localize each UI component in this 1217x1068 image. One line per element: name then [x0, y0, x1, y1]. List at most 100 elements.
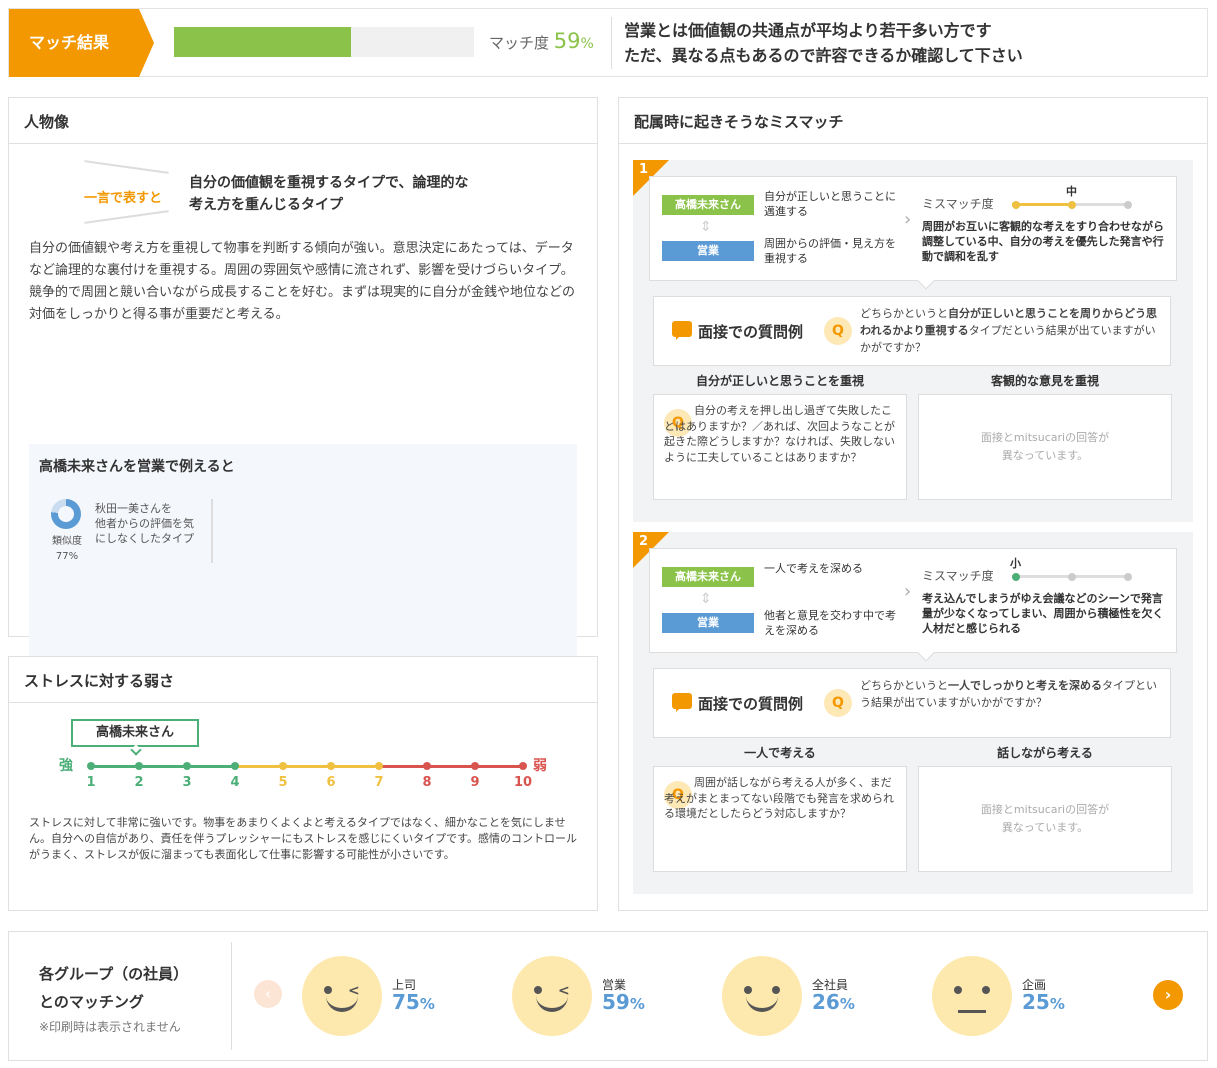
answer-right-heading: 話しながら考える	[997, 746, 1093, 760]
answer-left-text: 自分の考えを押し出し過ぎて失敗したことはありますか？／あれば、次回ようなことが起…	[664, 404, 895, 464]
mismatch-card: 高橋未来さん ⇕ 営業 自分が正しいと思うことに邁進する 周囲からの評価・見え方…	[649, 176, 1177, 290]
level-dot	[1124, 573, 1132, 581]
mismatch-description: 周囲がお互いに客観的な考えをすり合わせながら調整している中、自分の考えを優先した…	[922, 220, 1164, 263]
chat-bubble-icon	[672, 693, 692, 712]
stress-scale-segment	[427, 765, 475, 768]
level-dot	[1124, 201, 1132, 209]
example-box: 高橋未来さんを営業で例えると 類似度 77% 秋田一美さんを 他者からの評価を気 にし…	[29, 444, 577, 662]
group-match-value: 59%	[602, 990, 645, 1014]
stress-scale-segment	[331, 765, 379, 768]
interview-question-text: どちらかというと一人でしっかりと考えを深めるタイプという結果が出ていますがいかが…	[860, 679, 1157, 709]
answer-right-box: 面接とmitsucariの回答が 異なっています。	[918, 766, 1172, 872]
group-divider	[231, 942, 232, 1050]
level-dot	[1068, 573, 1076, 581]
stress-scale-dot	[279, 762, 287, 770]
neutral-face-icon	[932, 956, 1012, 1036]
answer-left-heading: 自分が正しいと思うことを重視	[695, 374, 864, 388]
one-word-line: 自分の価値観を重視するタイプで、論理的な	[189, 175, 469, 191]
stress-scale-dot	[135, 762, 143, 770]
answer-mismatch-note: 面接とmitsucariの回答が 異なっています。	[980, 803, 1110, 834]
interview-question-box: 面接での質問例 Q どちらかというと一人でしっかりと考えを深めるタイプという結果…	[653, 668, 1171, 738]
group-match-value: 25%	[1022, 990, 1065, 1014]
group-trait: 周囲からの評価・見え方を重視する	[764, 237, 896, 265]
match-label: マッチ度	[489, 34, 550, 52]
stress-scale-segment	[235, 765, 283, 768]
stress-scale-segment	[475, 765, 523, 768]
match-progress-fill	[174, 27, 351, 57]
stress-scale-number: 7	[374, 775, 384, 790]
answer-right-heading: 客観的な意見を重視	[990, 374, 1099, 388]
question-icon: Q	[824, 689, 852, 717]
mismatch-level-label: ミスマッチ度	[922, 197, 994, 211]
match-score: マッチ度 59%	[489, 29, 594, 53]
match-message-line2: ただ、異なる点もあるので許容できるか確認して下さい	[624, 46, 1023, 65]
stress-weak-label: 弱	[533, 758, 547, 774]
answer-left-box: Q 自分の考えを押し出し過ぎて失敗したことはありますか？／あれば、次回ようなこと…	[653, 394, 907, 500]
similar-person-text: 秋田一美さんを 他者からの評価を気 にしなくしたタイプ	[95, 502, 194, 545]
mismatch-panel: 配属時に起きそうなミスマッチ 1 高橋未来さん ⇕ 営業 自分が正しいと思うこと…	[618, 97, 1208, 911]
mismatch-description: 考え込んでしまうがゆえ会議などのシーンで発言量が少なくなってしまい、周囲から積極…	[922, 592, 1164, 635]
mismatch-card: 高橋未来さん ⇕ 営業 一人で考えを深める 他者と意見を交わす中で考えを深める …	[649, 548, 1177, 662]
group-tag: 営業	[662, 613, 754, 633]
next-arrow-button[interactable]: ›	[1153, 980, 1183, 1010]
stress-scale-dot	[519, 762, 527, 770]
person-tag: 高橋未来さん	[662, 567, 754, 587]
stress-person-label: 高橋未来さん	[71, 719, 199, 747]
stress-scale-dot	[183, 762, 191, 770]
decor-line	[84, 160, 169, 174]
person-trait: 一人で考えを深める	[764, 562, 863, 575]
mismatch-level-label: ミスマッチ度	[922, 569, 994, 583]
smile-face-icon	[722, 956, 802, 1036]
match-progress-bar	[174, 27, 474, 57]
answer-left-text: 周囲が話しながら考える人が多く、まだ考えがまとまってない段階でも発言を求められる…	[664, 776, 895, 820]
answer-right-box: 面接とmitsucariの回答が 異なっています。	[918, 394, 1172, 500]
group-matching-title: 各グループ（の社員） とのマッチング	[39, 965, 189, 1011]
persona-body: 一言で表すと 自分の価値観を重視するタイプで、論理的な 考え方を重んじるタイプ …	[9, 144, 597, 662]
example-divider	[211, 499, 213, 563]
stress-scale-dot	[471, 762, 479, 770]
prev-arrow-button[interactable]: ‹	[254, 980, 282, 1008]
group-trait: 他者と意見を交わす中で考えを深める	[764, 609, 896, 637]
interview-question-text: どちらかというと自分が正しいと思うことを周りからどう思われるかより重視するタイプ…	[860, 307, 1157, 354]
level-fill	[1012, 203, 1068, 206]
mismatch-item-2: 2 高橋未来さん ⇕ 営業 一人で考えを深める 他者と意見を交わす中で考えを深め…	[633, 532, 1193, 894]
level-text: 小	[1010, 557, 1021, 570]
decor-line	[84, 210, 169, 224]
stress-title: ストレスに対する弱さ	[9, 657, 597, 703]
level-dot	[1068, 201, 1076, 209]
card-tail	[917, 272, 935, 290]
stress-scale-dot	[87, 762, 95, 770]
group-match-value: 26%	[812, 990, 855, 1014]
persona-description: 自分の価値観や考え方を重視して物事を判断する傾向が強い。意思決定にあたっては、デ…	[29, 241, 576, 322]
stress-scale-number: 8	[422, 775, 432, 790]
interview-label: 面接での質問例	[698, 323, 804, 341]
chevron-right-icon: ›	[904, 581, 912, 602]
one-word-label: 一言で表すと	[84, 191, 163, 206]
stress-scale-number: 6	[326, 775, 336, 790]
stress-scale-dot	[423, 762, 431, 770]
print-note: ※印刷時は表示されません	[39, 1020, 181, 1034]
stress-scale-dot	[231, 762, 239, 770]
answer-mismatch-note: 面接とmitsucariの回答が 異なっています。	[980, 431, 1110, 462]
wink-face-icon: <	[302, 956, 382, 1036]
level-dot	[1012, 201, 1020, 209]
card-tail	[917, 644, 935, 662]
stress-scale-number: 3	[182, 775, 192, 790]
group-match-value: 75%	[392, 990, 435, 1014]
wink-face-icon: <	[512, 956, 592, 1036]
stress-scale-number: 9	[470, 775, 480, 790]
stress-scale-segment	[91, 765, 139, 768]
stress-scale-dot	[327, 762, 335, 770]
interview-label: 面接での質問例	[698, 695, 804, 713]
stress-scale-number: 5	[278, 775, 288, 790]
match-result-header: マッチ結果 マッチ度 59% 営業とは価値観の共通点が平均より若干多い方です た…	[8, 8, 1208, 77]
similarity-label: 類似度 77%	[52, 536, 82, 562]
stress-strong-label: 強	[59, 758, 73, 774]
similarity-donut-icon	[51, 499, 81, 529]
answer-left-box: Q 周囲が話しながら考える人が多く、まだ考えがまとまってない段階でも発言を求めら…	[653, 766, 907, 872]
match-result-badge: マッチ結果	[9, 9, 154, 77]
stress-scale-number: 2	[134, 775, 144, 790]
stress-scale-number: 1	[86, 775, 96, 790]
persona-title: 人物像	[9, 98, 597, 144]
persona-panel: 人物像 一言で表すと 自分の価値観を重視するタイプで、論理的な 考え方を重んじる…	[8, 97, 598, 662]
